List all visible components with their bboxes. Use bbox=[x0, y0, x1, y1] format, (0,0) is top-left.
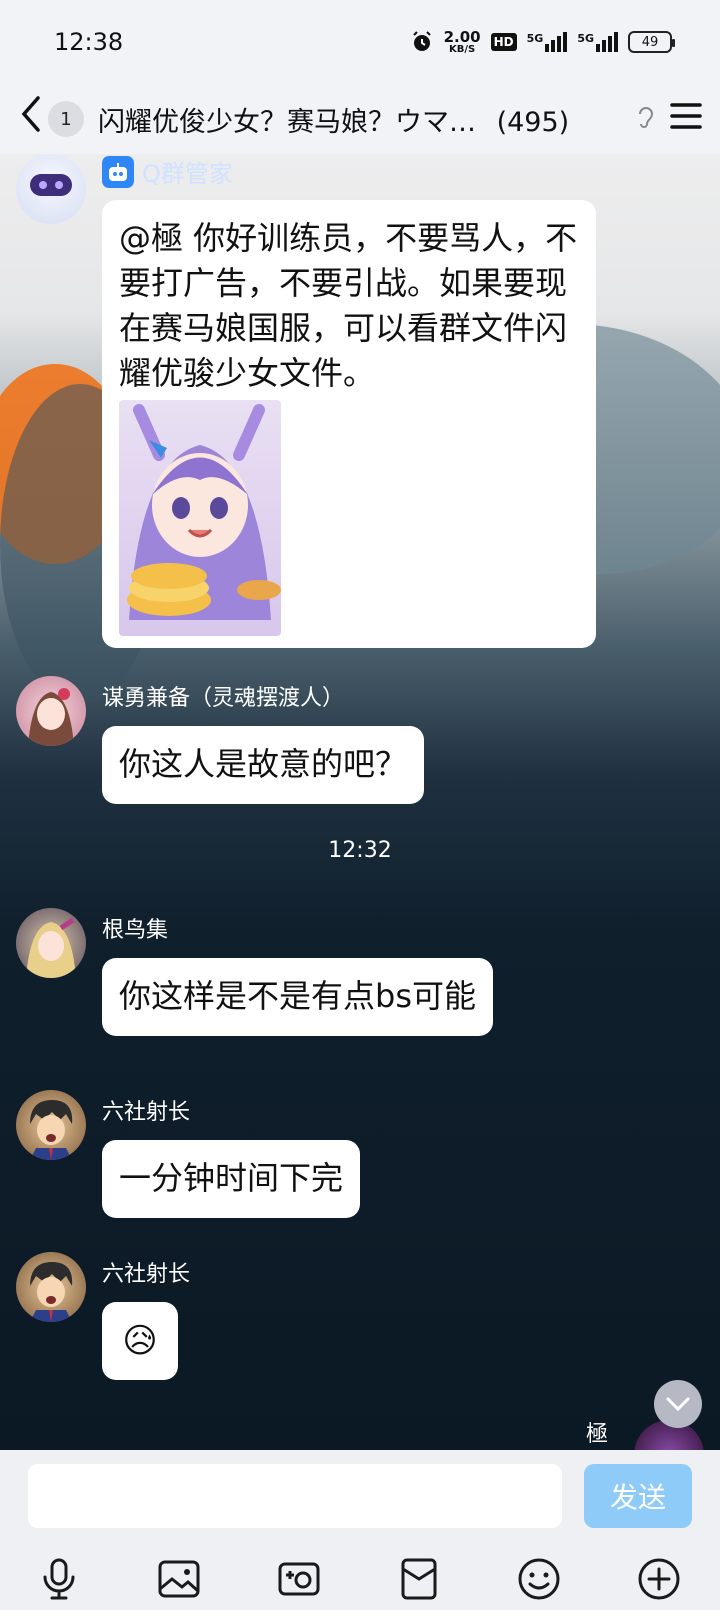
qq-group-chat-screen: 12:38 2.00 KB/S HD 5G 5G 49 1 闪耀优俊少女？赛马娘… bbox=[0, 0, 720, 1610]
sender-name-text: Q群管家 bbox=[142, 160, 233, 188]
status-icons: 2.00 KB/S HD 5G 5G 49 bbox=[410, 27, 675, 55]
red-packet-button[interactable] bbox=[394, 1554, 444, 1604]
message-bubble[interactable]: 你这人是故意的吧？ bbox=[102, 726, 425, 804]
message-item: 六社射长 一分钟时间下完 bbox=[0, 1090, 720, 1220]
signal-icon: 5G bbox=[527, 32, 568, 52]
sender-name: 六社射长 bbox=[102, 1100, 191, 1125]
avatar[interactable] bbox=[16, 154, 86, 224]
message-text: 一分钟时间下完 bbox=[119, 1159, 344, 1197]
emoji-sticker: 😥 bbox=[122, 1320, 158, 1361]
more-button[interactable] bbox=[634, 1554, 684, 1604]
message-bubble[interactable]: 你这样是不是有点bs可能 bbox=[102, 958, 493, 1036]
scroll-to-bottom-button[interactable] bbox=[654, 1380, 702, 1428]
camera-icon bbox=[278, 1562, 320, 1596]
group-title[interactable]: 闪耀优俊少女？赛马娘？ウマ… (495) bbox=[98, 100, 628, 139]
photo-button[interactable] bbox=[154, 1554, 204, 1604]
sender-name: Q群管家 bbox=[102, 154, 233, 189]
message-item: 六社射长 😥 bbox=[0, 1252, 720, 1382]
message-bubble[interactable]: 一分钟时间下完 bbox=[102, 1140, 361, 1218]
back-icon[interactable] bbox=[18, 94, 48, 144]
menu-icon[interactable] bbox=[670, 99, 702, 139]
composer-toolbar bbox=[0, 1554, 720, 1604]
emoji-button[interactable] bbox=[514, 1554, 564, 1604]
avatar[interactable] bbox=[16, 676, 86, 746]
message-text: 你这样是不是有点bs可能 bbox=[119, 977, 476, 1015]
message-timestamp: 12:32 bbox=[328, 838, 392, 863]
message-text: @極 你好训练员，不要骂人，不要打广告，不要引战。如果要现在赛马娘国服，可以看群… bbox=[119, 219, 578, 392]
smiley-icon bbox=[518, 1558, 560, 1600]
image-icon bbox=[158, 1560, 200, 1598]
composer-bar: 发送 bbox=[0, 1450, 720, 1610]
status-bar: 12:38 2.00 KB/S HD 5G 5G 49 bbox=[0, 0, 720, 84]
camera-button[interactable] bbox=[274, 1554, 324, 1604]
network-speed-value: 2.00 bbox=[443, 27, 481, 46]
chat-header: 1 闪耀优俊少女？赛马娘？ウマ… (495) bbox=[0, 84, 720, 154]
sender-name: 極 bbox=[586, 1422, 609, 1447]
envelope-icon bbox=[401, 1558, 437, 1600]
network-speed: 2.00 KB/S bbox=[443, 27, 481, 55]
battery-icon: 49 bbox=[628, 31, 675, 53]
sender-name: 六社射长 bbox=[102, 1262, 191, 1287]
message-input[interactable] bbox=[28, 1464, 562, 1528]
message-text: 你这人是故意的吧？ bbox=[119, 745, 408, 783]
chat-message-list[interactable]: Q群管家 @極 你好训练员，不要骂人，不要打广告，不要引战。如果要现在赛马娘国服… bbox=[0, 154, 720, 1450]
group-name: 闪耀优俊少女？赛马娘？ウマ… bbox=[98, 106, 476, 138]
signal-icon: 5G bbox=[577, 32, 618, 52]
signal-label: 5G bbox=[526, 32, 544, 45]
network-speed-unit: KB/S bbox=[448, 43, 476, 55]
message-bubble[interactable]: 😥 bbox=[102, 1302, 178, 1380]
unread-count-badge[interactable]: 1 bbox=[48, 101, 84, 137]
battery-level: 49 bbox=[641, 34, 659, 50]
alarm-icon bbox=[412, 31, 431, 51]
hd-badge: HD bbox=[490, 33, 517, 51]
sender-name: 谋勇兼备（灵魂摆渡人） bbox=[102, 686, 345, 711]
message-bubble[interactable]: @極 你好训练员，不要骂人，不要打广告，不要引战。如果要现在赛马娘国服，可以看群… bbox=[102, 200, 596, 648]
send-button[interactable]: 发送 bbox=[584, 1464, 692, 1528]
microphone-icon bbox=[43, 1558, 75, 1600]
sender-name: 根鸟集 bbox=[102, 918, 169, 943]
signal-label: 5G bbox=[577, 32, 594, 45]
avatar[interactable] bbox=[16, 908, 86, 978]
message-item-self: 極 bbox=[0, 1410, 720, 1450]
earpiece-mode-icon[interactable] bbox=[636, 104, 656, 135]
avatar[interactable] bbox=[16, 1252, 86, 1322]
member-count: (495) bbox=[496, 106, 570, 138]
message-item: 谋勇兼备（灵魂摆渡人） 你这人是故意的吧？ bbox=[0, 676, 720, 806]
message-item: Q群管家 @極 你好训练员，不要骂人，不要打广告，不要引战。如果要现在赛马娘国服… bbox=[0, 154, 720, 654]
status-time: 12:38 bbox=[54, 28, 124, 56]
message-item: 根鸟集 你这样是不是有点bs可能 bbox=[0, 908, 720, 1038]
plus-circle-icon bbox=[638, 1558, 680, 1600]
chevron-down-icon bbox=[666, 1397, 690, 1411]
avatar[interactable] bbox=[16, 1090, 86, 1160]
voice-button[interactable] bbox=[34, 1554, 84, 1604]
robot-icon bbox=[102, 155, 134, 188]
sticker-image[interactable] bbox=[119, 400, 281, 636]
